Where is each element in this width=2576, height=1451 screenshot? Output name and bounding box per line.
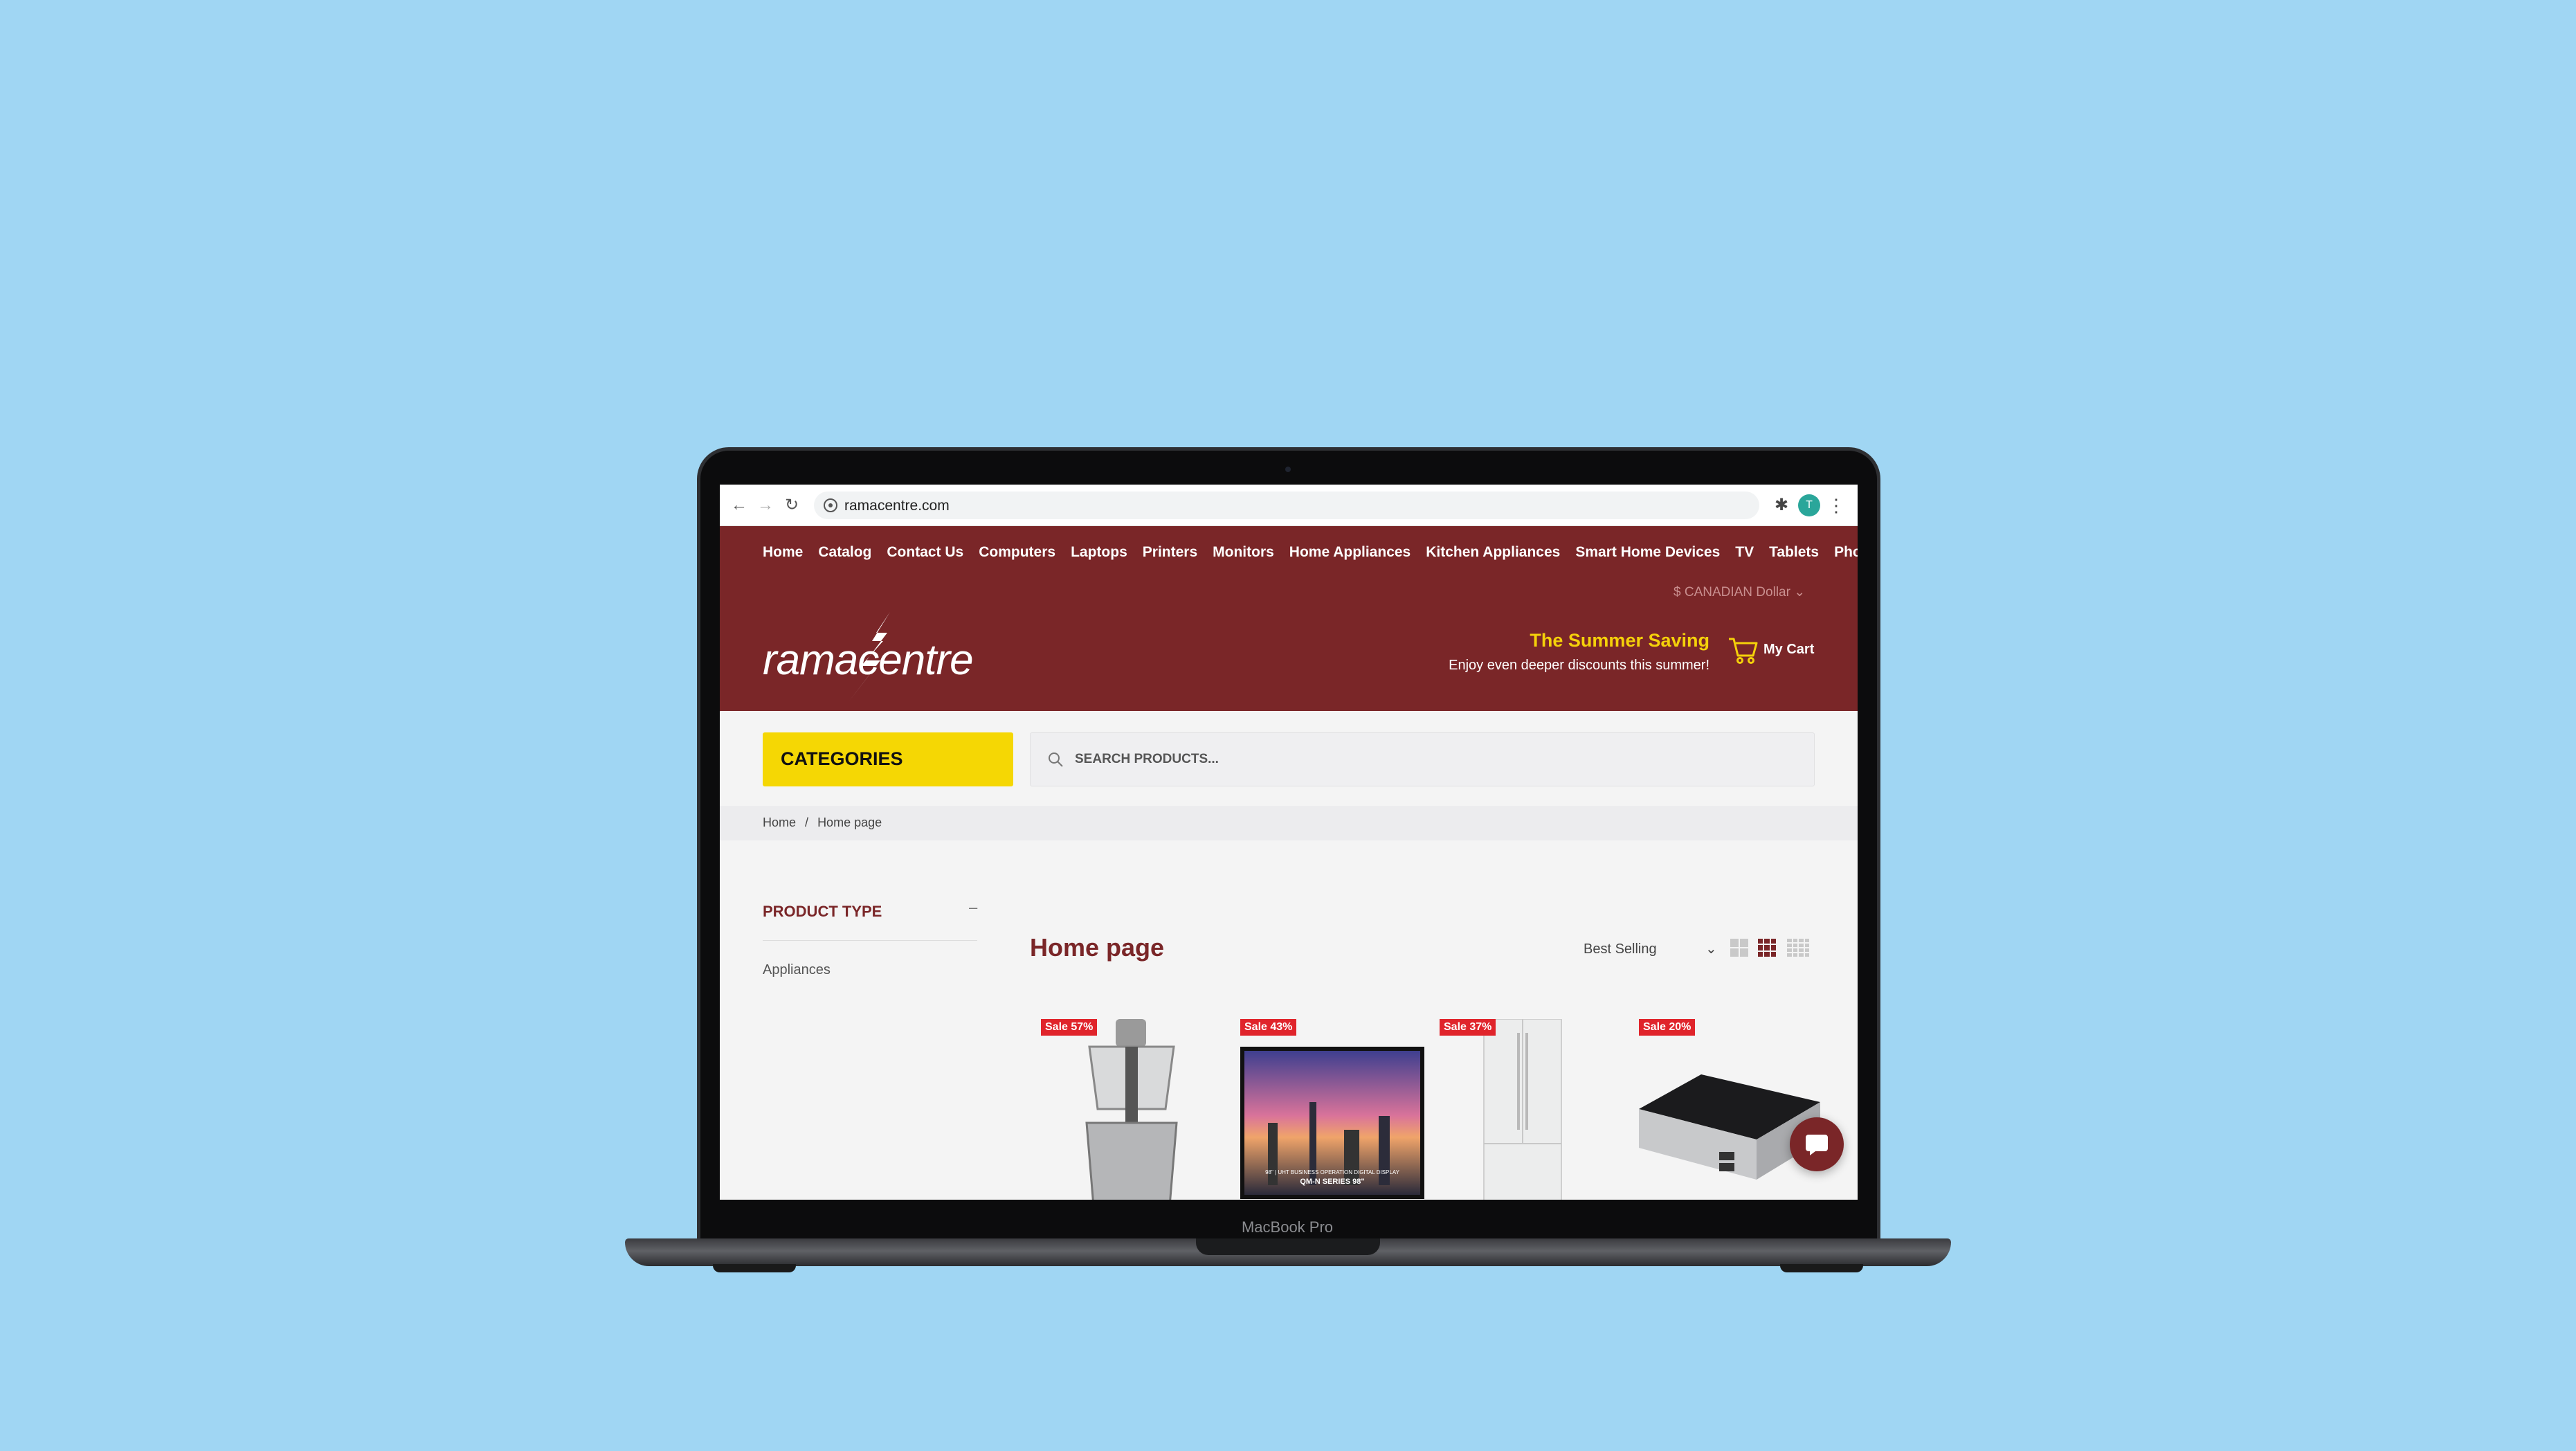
extensions-icon[interactable]: ✱ — [1772, 496, 1791, 515]
filter-option[interactable]: Appliances — [763, 962, 831, 978]
site-info-icon[interactable] — [824, 498, 837, 512]
nav-link-computers[interactable]: Computers — [979, 544, 1055, 561]
categories-label: CATEGORIES — [781, 748, 903, 769]
nav-link-home[interactable]: Home — [763, 544, 803, 561]
tv-caption-small: 98" | UHT BUSINESS OPERATION DIGITAL DIS… — [1265, 1169, 1400, 1175]
mini-pc-image — [1639, 1074, 1820, 1180]
product-card[interactable]: Sale 57% — [1041, 1019, 1228, 1200]
breadcrumb-current: Home page — [817, 815, 882, 829]
promo-title: The Summer Saving — [1530, 630, 1709, 651]
profile-avatar[interactable]: T — [1798, 494, 1820, 516]
nav-link-contact[interactable]: Contact Us — [887, 544, 963, 561]
camera-icon — [1285, 467, 1291, 472]
sale-badge: Sale 37% — [1440, 1019, 1496, 1036]
site-logo[interactable]: ramacentre — [763, 612, 974, 702]
sort-select[interactable]: Best Selling — [1584, 941, 1722, 957]
grid-2-view-icon[interactable] — [1730, 939, 1748, 957]
site-header: Home Catalog Contact Us Computers Laptop… — [720, 526, 1858, 711]
refrigerator-image — [1483, 1018, 1562, 1200]
nav-link-tv[interactable]: TV — [1735, 544, 1754, 561]
address-bar[interactable]: ramacentre.com — [814, 492, 1759, 519]
breadcrumb: Home / Home page — [763, 815, 882, 830]
nav-link-printers[interactable]: Printers — [1143, 544, 1197, 561]
currency-label: $ CANADIAN Dollar — [1674, 585, 1790, 600]
device-label: MacBook Pro — [1241, 1218, 1334, 1236]
food-processor-image — [1085, 1019, 1178, 1200]
reload-icon[interactable]: ↻ — [781, 494, 803, 516]
logo-text: ramacentre — [763, 636, 974, 684]
chat-bubble-icon — [1806, 1135, 1828, 1155]
search-icon — [1049, 752, 1063, 767]
search-box[interactable] — [1030, 732, 1815, 786]
grid-4-view-icon[interactable] — [1787, 939, 1809, 957]
product-card[interactable]: Sale 20% — [1639, 1019, 1826, 1200]
main-nav: Home Catalog Contact Us Computers Laptop… — [763, 544, 1858, 561]
nav-link-catalog[interactable]: Catalog — [818, 544, 871, 561]
currency-selector[interactable]: $ CANADIAN Dollar ⌄ — [1674, 584, 1805, 600]
nav-link-laptops[interactable]: Laptops — [1071, 544, 1127, 561]
nav-link-home-appliances[interactable]: Home Appliances — [1289, 544, 1411, 561]
nav-link-kitchen-appliances[interactable]: Kitchen Appliances — [1426, 544, 1560, 561]
laptop-foot — [713, 1264, 796, 1272]
nav-link-tablets[interactable]: Tablets — [1769, 544, 1819, 561]
promo-subtitle: Enjoy even deeper discounts this summer! — [1449, 658, 1709, 673]
breadcrumb-separator: / — [805, 815, 809, 829]
screen: ← → ↻ ramacentre.com ✱ T ⋮ Home Catalog … — [720, 485, 1858, 1200]
nav-link-smart-home[interactable]: Smart Home Devices — [1575, 544, 1720, 561]
url-text: ramacentre.com — [844, 498, 950, 514]
search-input[interactable] — [1075, 733, 1795, 786]
breadcrumb-home[interactable]: Home — [763, 815, 796, 829]
sale-badge: Sale 57% — [1041, 1019, 1098, 1036]
collapse-icon[interactable]: – — [969, 899, 977, 917]
nav-link-phones[interactable]: Phones — [1834, 544, 1858, 561]
my-cart-link[interactable]: My Cart — [1763, 642, 1814, 658]
laptop-notch — [1196, 1238, 1380, 1255]
sale-badge: Sale 20% — [1639, 1019, 1696, 1036]
breadcrumb-bar: Home / Home page — [720, 806, 1858, 840]
laptop-foot — [1780, 1264, 1863, 1272]
categories-button[interactable]: CATEGORIES — [763, 732, 1013, 786]
chevron-down-icon: ⌄ — [1794, 585, 1806, 600]
browser-menu-icon[interactable]: ⋮ — [1827, 494, 1845, 516]
cart-icon[interactable] — [1727, 633, 1759, 665]
divider — [763, 940, 977, 941]
page-title: Home page — [1030, 933, 1165, 962]
browser-toolbar: ← → ↻ ramacentre.com ✱ T ⋮ — [720, 485, 1858, 526]
nav-link-monitors[interactable]: Monitors — [1213, 544, 1274, 561]
chat-button[interactable] — [1790, 1117, 1844, 1171]
tv-image: 98" | UHT BUSINESS OPERATION DIGITAL DIS… — [1240, 1047, 1424, 1199]
product-card[interactable]: Sale 37% — [1440, 1018, 1626, 1200]
product-card[interactable]: Sale 43% 98" | UHT BUSINESS OPERATION DI… — [1240, 1019, 1427, 1200]
filter-title[interactable]: PRODUCT TYPE — [763, 903, 882, 921]
grid-3-view-icon[interactable] — [1758, 939, 1776, 957]
back-icon[interactable]: ← — [728, 494, 750, 516]
chevron-down-icon[interactable]: ⌄ — [1705, 940, 1717, 957]
forward-icon[interactable]: → — [754, 494, 777, 516]
tv-caption: QM-N SERIES 98" — [1300, 1178, 1364, 1186]
sale-badge: Sale 43% — [1240, 1019, 1297, 1036]
